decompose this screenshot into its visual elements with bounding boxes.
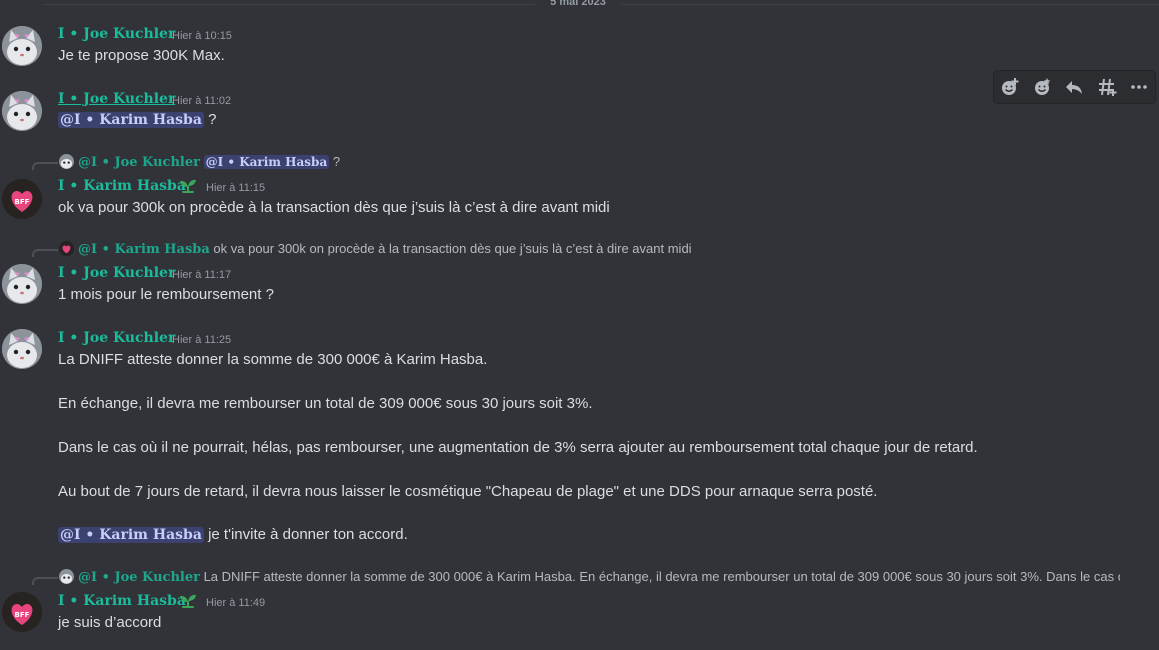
add-reaction-icon [1002, 78, 1019, 95]
timestamp: Hier à 11:15 [206, 182, 266, 194]
reply-spine [32, 249, 58, 257]
reply-author[interactable]: @I • Joe Kuchler [78, 155, 200, 170]
message-line: La DNIFF atteste donner la somme de 300 … [58, 351, 488, 368]
replied-user-avatar [59, 154, 74, 169]
reply-text: ? [329, 154, 341, 169]
date-divider: 5 mai 2023 [0, 0, 1159, 10]
reply-preview[interactable]: @I • Joe Kuchler La DNIFF atteste donner… [24, 569, 1120, 585]
author-name[interactable]: I • Karim Hasba [58, 593, 186, 609]
author-name[interactable]: I • Joe Kuchler [58, 91, 175, 107]
message-content: ok va pour 300k on procède à la transact… [58, 199, 610, 216]
author-label: I • Karim Hasba [58, 178, 186, 194]
reply-author[interactable]: @I • Karim Hasba [78, 242, 210, 257]
more-options-button[interactable] [1126, 74, 1152, 100]
replied-user-avatar [59, 569, 74, 584]
user-mention[interactable]: @I • Karim Hasba [58, 112, 204, 128]
timestamp: Hier à 11:25 [172, 334, 232, 346]
avatar[interactable] [2, 91, 42, 131]
user-mention[interactable]: @I • Karim Hasba [58, 527, 204, 543]
avatar[interactable] [2, 329, 42, 369]
create-thread-icon [1098, 78, 1117, 96]
reply-author[interactable]: @I • Joe Kuchler [78, 570, 200, 585]
message-line: Au bout de 7 jours de retard, il devra n… [58, 483, 878, 500]
message-content: @I • Karim Hasba ? [58, 111, 216, 128]
super-reaction-button[interactable] [1029, 74, 1055, 100]
seedling-badge-icon [180, 594, 196, 608]
reply-text: La DNIFF atteste donner la somme de 300 … [203, 569, 1120, 584]
timestamp: Hier à 10:15 [172, 30, 232, 42]
reply-preview[interactable]: @I • Joe Kuchler @I • Karim Hasba ? [24, 154, 1124, 170]
add-reaction-button[interactable] [997, 74, 1023, 100]
avatar[interactable]: BFF [2, 592, 42, 632]
reply-content: @I • Joe Kuchler @I • Karim Hasba ? [78, 154, 340, 170]
timestamp: Hier à 11:17 [172, 269, 232, 281]
seedling-badge-icon [180, 179, 196, 193]
message-toolbar [993, 70, 1156, 104]
avatar-text: BFF [15, 198, 30, 206]
message-line: En échange, il devra me rembourser un to… [58, 395, 593, 412]
avatar[interactable] [2, 264, 42, 304]
reply-content: @I • Joe Kuchler La DNIFF atteste donner… [78, 569, 1120, 585]
cat-avatar-icon [2, 26, 42, 66]
reply-icon [1066, 81, 1083, 94]
message-content: 1 mois pour le remboursement ? [58, 286, 274, 303]
create-thread-button[interactable] [1094, 74, 1120, 100]
reply-content: @I • Karim Hasba ok va pour 300k on proc… [78, 241, 692, 257]
message-content: je suis d’accord [58, 614, 162, 631]
reply-preview[interactable]: @I • Karim Hasba ok va pour 300k on proc… [24, 241, 1124, 257]
cat-avatar-icon [2, 329, 42, 369]
author-name[interactable]: I • Joe Kuchler [58, 26, 175, 42]
avatar[interactable]: BFF [2, 179, 42, 219]
avatar[interactable] [2, 26, 42, 66]
message-line: @I • Karim Hasba je t'invite à donner to… [58, 526, 408, 543]
bff-heart-avatar-icon: BFF [2, 592, 42, 632]
replied-user-avatar [59, 241, 74, 256]
avatar-text: BFF [15, 611, 30, 619]
author-name[interactable]: I • Joe Kuchler [58, 265, 175, 281]
timestamp: Hier à 11:49 [206, 597, 266, 609]
bff-heart-avatar-icon: BFF [2, 179, 42, 219]
user-mention[interactable]: @I • Karim Hasba [203, 155, 330, 169]
message-text: je t'invite à donner ton accord. [203, 526, 408, 543]
reply-button[interactable] [1061, 74, 1087, 100]
author-name[interactable]: I • Joe Kuchler [58, 330, 175, 346]
super-reaction-icon [1035, 78, 1051, 95]
message-text: ? [203, 111, 217, 128]
cat-avatar-icon [2, 264, 42, 304]
cat-avatar-icon [2, 91, 42, 131]
author-name[interactable]: I • Karim Hasba [58, 178, 186, 194]
reply-spine [32, 162, 58, 170]
timestamp: Hier à 11:02 [172, 95, 232, 107]
more-options-icon [1131, 85, 1147, 89]
reply-text: ok va pour 300k on procède à la transact… [213, 241, 692, 256]
reply-spine [32, 577, 58, 585]
divider-date: 5 mai 2023 [535, 0, 621, 8]
message-line: Dans le cas où il ne pourrait, hélas, pa… [58, 439, 978, 456]
message-content: Je te propose 300K Max. [58, 47, 225, 64]
